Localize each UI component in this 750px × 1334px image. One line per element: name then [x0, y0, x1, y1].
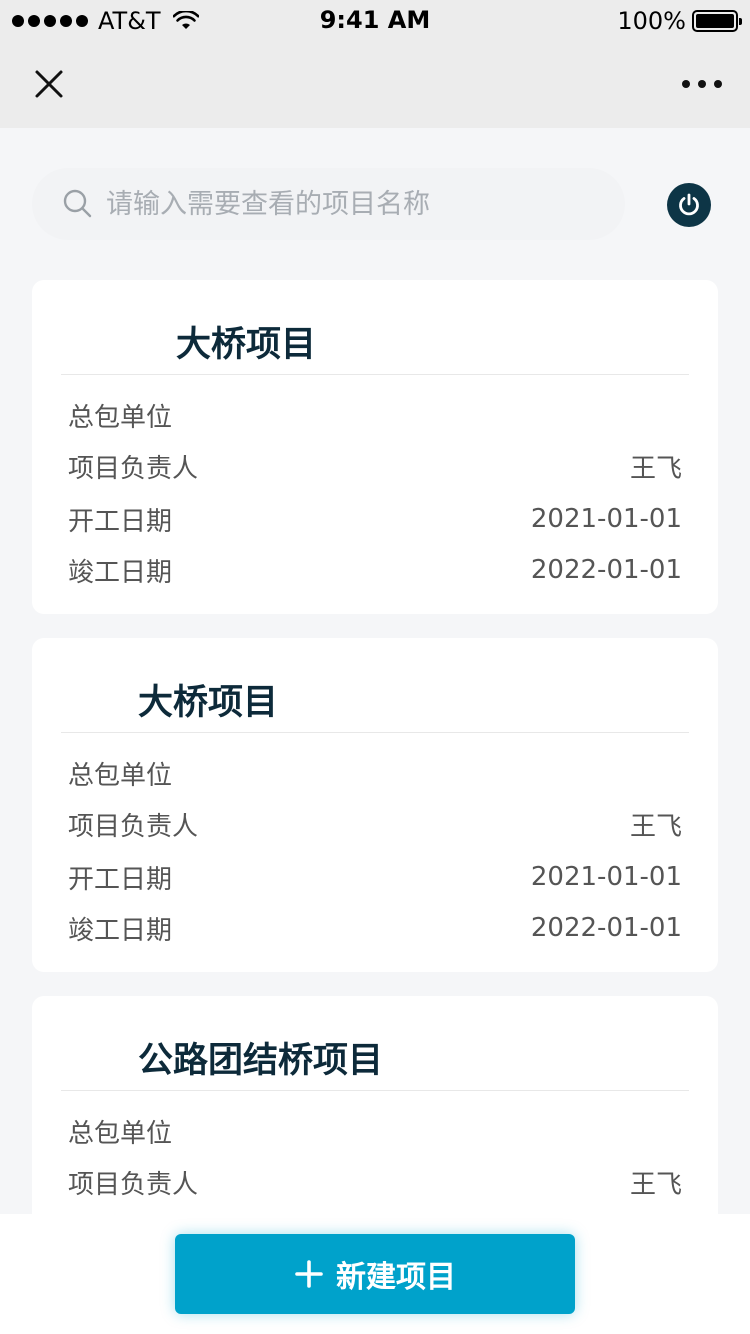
info-row: 竣工日期 2022-01-01 [68, 550, 682, 590]
project-title: 大桥项目 [138, 683, 279, 723]
row-label: 项目负责人 [68, 453, 199, 484]
row-value: 2021-01-01 [530, 862, 682, 892]
project-card[interactable]: 大桥项目 总包单位 项目负责人 王飞 开工日期 2021-01-01 竣工日期 … [32, 638, 718, 972]
info-row: 开工日期 2021-01-01 [68, 857, 682, 897]
battery-icon [692, 10, 742, 32]
project-card[interactable]: 大桥项目 总包单位 项目负责人 王飞 开工日期 2021-01-01 竣工日期 … [32, 280, 718, 614]
project-title: 公路团结桥项目 [138, 1041, 384, 1081]
row-label: 项目负责人 [68, 1169, 199, 1200]
row-label: 总包单位 [68, 760, 173, 791]
row-label: 开工日期 [68, 506, 173, 537]
divider [61, 732, 689, 733]
battery-group: 100% [617, 7, 742, 35]
search-input[interactable] [106, 188, 606, 220]
nav-bar [0, 40, 750, 128]
new-project-button[interactable]: 新建项目 [175, 1234, 575, 1314]
row-label: 开工日期 [68, 864, 173, 895]
info-row: 项目负责人 王飞 [68, 1162, 682, 1202]
footer-bar: 新建项目 [0, 1214, 750, 1334]
info-row: 总包单位 [68, 395, 682, 435]
info-row: 开工日期 2021-01-01 [68, 499, 682, 539]
info-row: 项目负责人 王飞 [68, 804, 682, 844]
power-icon [679, 193, 699, 216]
info-row: 竣工日期 2022-01-01 [68, 908, 682, 948]
row-label: 竣工日期 [68, 915, 173, 946]
search-bar [32, 168, 625, 240]
row-label: 项目负责人 [68, 811, 199, 842]
divider [61, 374, 689, 375]
row-value: 2021-01-01 [530, 504, 682, 534]
row-value: 王飞 [629, 811, 682, 842]
search-icon [63, 189, 92, 218]
new-project-label: 新建项目 [336, 1260, 456, 1295]
info-row: 总包单位 [68, 1111, 682, 1151]
status-bar: AT&T 9:41 AM 100% [0, 0, 750, 40]
row-label: 竣工日期 [68, 557, 173, 588]
row-value: 2022-01-01 [530, 555, 682, 585]
row-value: 王飞 [629, 453, 682, 484]
row-value: 王飞 [629, 1169, 682, 1200]
battery-percent: 100% [617, 7, 686, 35]
close-icon [35, 70, 63, 98]
more-icon [682, 80, 722, 88]
power-button[interactable] [667, 183, 711, 227]
row-label: 总包单位 [68, 402, 173, 433]
plus-icon [295, 1260, 323, 1288]
close-button[interactable] [30, 62, 70, 106]
more-button[interactable] [680, 66, 724, 102]
project-title: 大桥项目 [176, 325, 317, 365]
row-value: 2022-01-01 [530, 913, 682, 943]
info-row: 项目负责人 王飞 [68, 446, 682, 486]
row-label: 总包单位 [68, 1118, 173, 1149]
divider [61, 1090, 689, 1091]
info-row: 总包单位 [68, 753, 682, 793]
